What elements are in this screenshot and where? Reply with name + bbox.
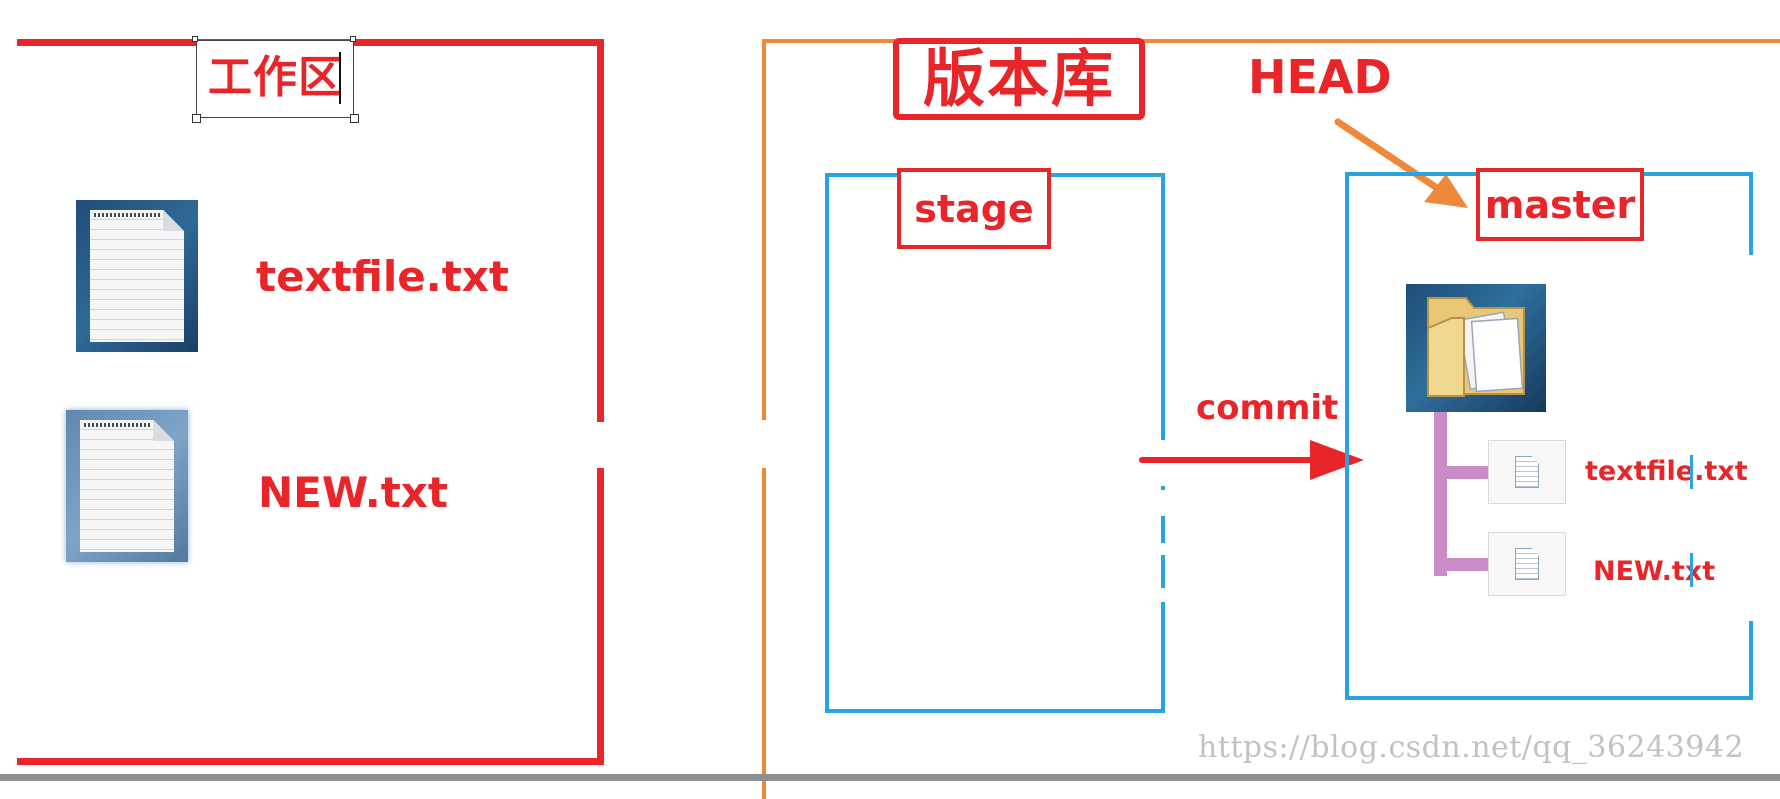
text-file-icon	[76, 200, 198, 352]
tree-trunk	[1434, 412, 1447, 576]
resize-handle-top-left[interactable]	[192, 36, 198, 42]
commit-label: commit	[1196, 388, 1339, 428]
head-label: HEAD	[1248, 50, 1392, 104]
resize-handle-bottom-left[interactable]	[192, 114, 201, 123]
workspace-frame-gap	[590, 422, 614, 468]
tree-branch	[1440, 466, 1492, 479]
repository-title: 版本库	[922, 42, 1115, 115]
resize-handle-top-right[interactable]	[350, 36, 356, 42]
master-label-box: master	[1476, 168, 1644, 241]
watermark: https://blog.csdn.net/qq_36243942	[1198, 730, 1745, 765]
master-file-label: NEW.txt	[1593, 556, 1716, 587]
stage-area	[825, 173, 1165, 713]
commit-arrow	[1139, 440, 1364, 480]
workspace-frame	[17, 39, 604, 765]
repository-title-badge: 版本库	[893, 38, 1145, 120]
bottom-bar	[0, 774, 1780, 781]
text-cursor	[339, 52, 341, 104]
small-file-icon	[1488, 440, 1566, 504]
stage-label-box: stage	[897, 168, 1051, 249]
stage-border-gap	[1158, 588, 1170, 602]
stage-border-gap	[1158, 543, 1170, 555]
text-caret-marker	[1690, 455, 1693, 489]
small-file-icon	[1488, 532, 1566, 596]
tree-branch	[1440, 558, 1492, 571]
text-file-icon	[66, 410, 188, 562]
stage-label: stage	[914, 186, 1034, 231]
text-caret-marker	[1690, 553, 1693, 587]
master-file-label: textfile.txt	[1585, 456, 1748, 487]
workspace-file-label: NEW.txt	[258, 468, 448, 517]
workspace-file-label: textfile.txt	[256, 252, 509, 301]
folder-icon	[1406, 284, 1546, 412]
master-label: master	[1484, 182, 1636, 227]
resize-handle-bottom-right[interactable]	[350, 114, 359, 123]
repository-frame-gap	[750, 420, 770, 468]
stage-border-gap	[1158, 490, 1170, 516]
workspace-title: 工作区	[208, 52, 343, 103]
